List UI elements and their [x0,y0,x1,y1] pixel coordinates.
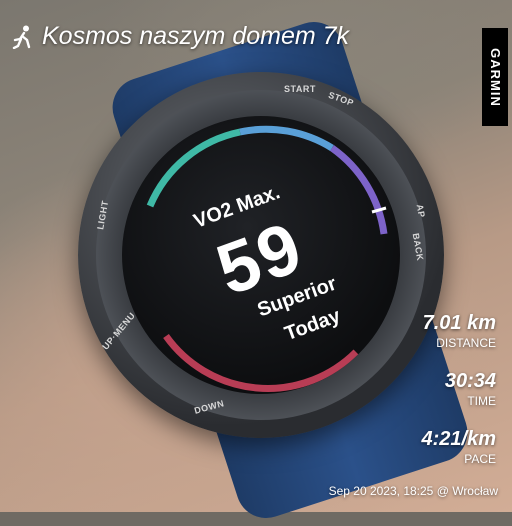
stat-label: DISTANCE [436,336,496,350]
gauge-arc-blue [239,125,334,151]
activity-datetime-location: Sep 20 2023, 18:25 @ Wrocław [328,484,498,498]
stat-value: 30:34 [444,370,496,392]
stat-distance: 7.01 km DISTANCE [423,312,496,350]
stat-label: PACE [464,452,496,466]
watch-screen: VO2 Max. 59 Superior Today [122,116,400,394]
brand-label: GARMIN [487,47,503,107]
gauge-arc-red [163,333,359,392]
back-button-label: BACK [410,232,426,262]
activity-title: Kosmos naszym domem 7k [42,22,350,50]
ap-button-label: AP [414,203,427,219]
gauge-marker [371,206,387,214]
garmin-logo: GARMIN [482,28,508,126]
runner-icon [12,25,31,49]
gauge-arc-purple [329,145,388,235]
stat-label: TIME [467,394,496,408]
stat-pace: 4:21/km PACE [422,428,497,466]
stat-time: 30:34 TIME [445,370,496,408]
activity-title-bar: Kosmos naszym domem 7k [12,22,349,51]
stat-value: 7.01 km [422,312,496,334]
gauge-arc-teal [146,128,241,208]
start-button-label: START [284,84,316,94]
stat-value: 4:21/km [421,428,497,450]
